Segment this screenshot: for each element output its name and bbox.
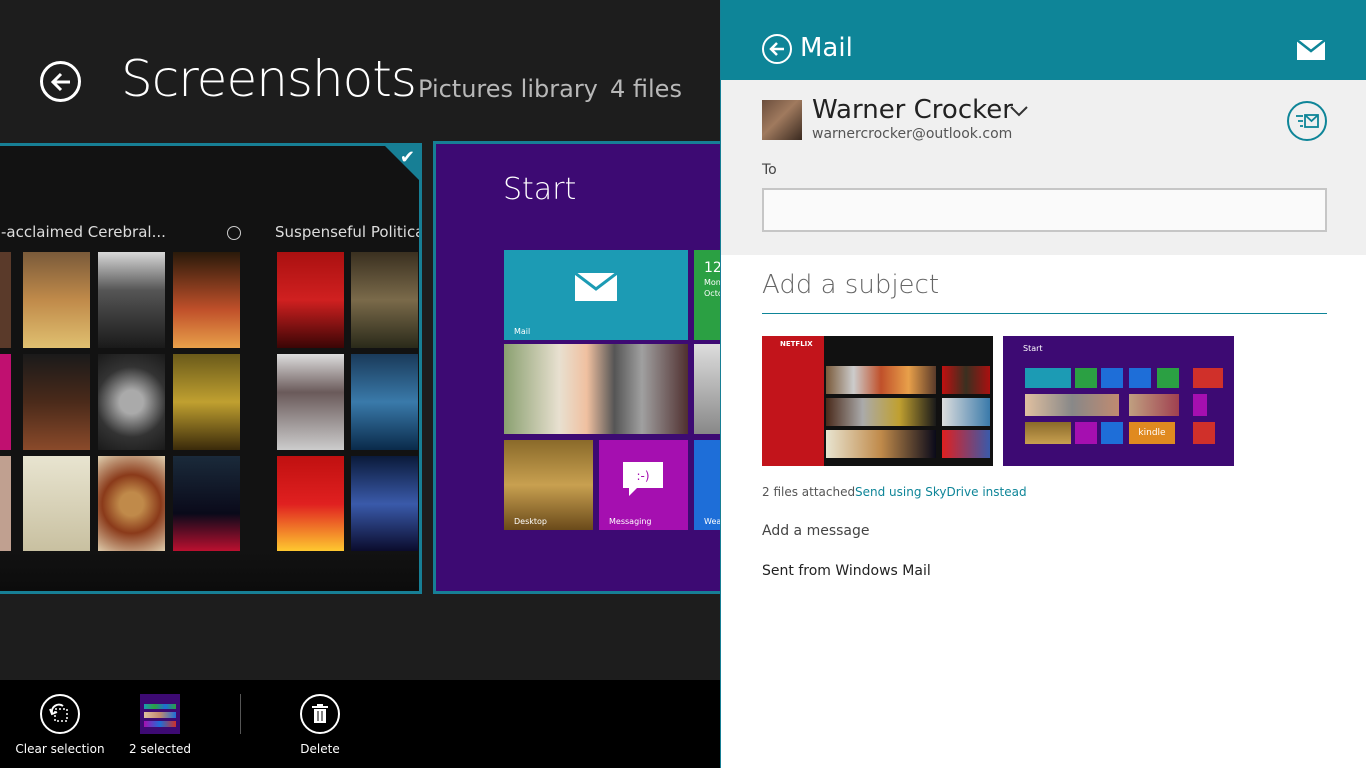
desktop-tile: Desktop	[504, 440, 593, 530]
tile-label: Messaging	[609, 517, 652, 526]
poster	[173, 252, 240, 348]
poster	[23, 252, 90, 348]
screenshot-thumbnail-netflix[interactable]: -acclaimed Cerebral... Suspenseful Polit…	[0, 143, 422, 594]
to-label: To	[762, 162, 777, 178]
mail-back-button[interactable]	[762, 34, 792, 64]
envelope-icon	[1296, 39, 1326, 64]
page-title: Screenshots	[121, 50, 417, 108]
tile-label: Desktop	[514, 517, 547, 526]
row-title: Suspenseful Political A	[275, 223, 419, 241]
poster	[277, 354, 344, 450]
weather-tile: Wea	[694, 440, 720, 530]
clear-selection-icon	[40, 694, 80, 734]
selected-thumbnail	[140, 694, 180, 734]
poster	[23, 456, 90, 552]
library-name: Pictures library	[418, 75, 598, 103]
chevron-down-icon[interactable]	[1009, 102, 1029, 121]
poster	[351, 252, 418, 348]
skydrive-link[interactable]: Send using SkyDrive instead	[855, 485, 1027, 499]
tile-label: Octo	[704, 289, 720, 298]
mail-title: Mail	[800, 33, 853, 63]
clear-selection-label: Clear selection	[15, 742, 105, 756]
poster	[351, 354, 418, 450]
back-arrow-icon	[50, 72, 70, 91]
subject-field[interactable]: Add a subject	[762, 270, 939, 300]
tile-label: 12	[704, 260, 720, 276]
poster	[0, 252, 11, 348]
poster	[0, 456, 11, 552]
poster	[0, 354, 11, 450]
attachment-thumbnail[interactable]: Start kindle	[1003, 336, 1234, 466]
app-bar-divider	[240, 694, 241, 734]
app-bar: Clear selection 2 selected Delete	[0, 680, 720, 768]
row-arrow-icon	[227, 226, 241, 240]
photos-app: Screenshots Pictures library 4 files -ac…	[0, 0, 720, 680]
signature: Sent from Windows Mail	[762, 563, 931, 579]
poster	[98, 456, 165, 552]
shelf-shadow	[0, 551, 419, 591]
from-email: warnercrocker@outlook.com	[812, 126, 1013, 142]
to-field[interactable]	[762, 188, 1327, 232]
from-name[interactable]: Warner Crocker	[812, 95, 1013, 125]
tile-label: Wea	[704, 517, 720, 526]
poster	[173, 354, 240, 450]
people-tile	[504, 344, 688, 434]
mail-tile: Mail	[504, 250, 688, 340]
attachment-count: 2 files attached	[762, 485, 856, 499]
screenshot-thumbnail-start[interactable]: Start Mail 12 Mon Octo Desktop	[433, 141, 720, 594]
delete-label: Delete	[300, 742, 340, 756]
avatar	[762, 100, 802, 140]
tile-label: Mail	[514, 327, 531, 336]
delete-button[interactable]: Delete	[290, 694, 350, 756]
calendar-tile: 12 Mon Octo	[694, 250, 720, 340]
from-section: Warner Crocker warnercrocker@outlook.com…	[721, 80, 1366, 255]
send-icon[interactable]	[1287, 101, 1327, 141]
row-title: -acclaimed Cerebral...	[1, 223, 166, 241]
file-count: 4 files	[610, 75, 682, 103]
mail-header: Mail	[721, 0, 1366, 80]
screen: Screenshots Pictures library 4 files -ac…	[0, 0, 1366, 768]
clear-selection-button[interactable]: Clear selection	[14, 694, 106, 756]
photo-tile	[694, 344, 720, 434]
poster	[277, 456, 344, 552]
attachment-label: Start	[1023, 344, 1043, 353]
back-button[interactable]	[40, 61, 81, 102]
mail-icon	[574, 272, 618, 301]
selected-items-button[interactable]: 2 selected	[128, 694, 192, 756]
messaging-tile: :-) Messaging	[599, 440, 688, 530]
back-arrow-icon	[769, 42, 784, 56]
message-field[interactable]: Add a message	[762, 523, 870, 539]
messaging-icon: :-)	[623, 462, 663, 496]
attachment-thumbnail[interactable]: NETFLIX	[762, 336, 993, 466]
poster	[98, 252, 165, 348]
trash-icon	[300, 694, 340, 734]
checkmark-icon: ✔	[399, 147, 415, 168]
poster	[351, 456, 418, 552]
poster	[98, 354, 165, 450]
tile-label: Mon	[704, 278, 720, 287]
start-label: Start	[503, 172, 577, 207]
poster	[173, 456, 240, 552]
selected-count-label: 2 selected	[128, 742, 192, 756]
svg-text::-): :-)	[636, 469, 649, 483]
poster	[277, 252, 344, 348]
subject-underline	[762, 313, 1327, 314]
mail-share-pane: Mail Warner Crocker warnercrocker@outloo…	[720, 0, 1366, 768]
poster	[23, 354, 90, 450]
